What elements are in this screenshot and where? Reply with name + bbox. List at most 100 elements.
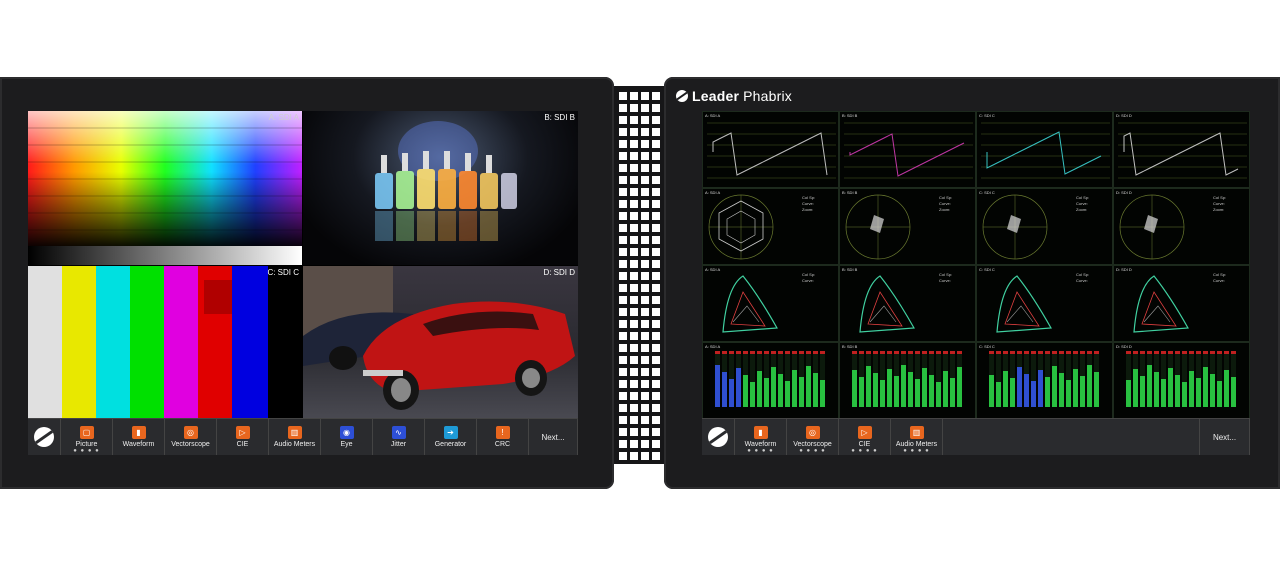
vectorscope-scope[interactable]: Col Sp: Curve: Zoom: C: SDI C	[976, 188, 1113, 265]
picture-button[interactable]: ▢ Picture ● ● ● ●	[61, 419, 113, 455]
svg-text:Col Sp:: Col Sp:	[1213, 195, 1226, 200]
grille-hole	[641, 404, 649, 412]
grille-hole	[641, 116, 649, 124]
grille-hole	[652, 248, 660, 256]
crc-button[interactable]: ! CRC	[477, 419, 529, 455]
cie-scope[interactable]: Col Sp: Curve: C: SDI C	[976, 265, 1113, 342]
grille-hole	[641, 284, 649, 292]
audio-meters-button[interactable]: ▥ Audio Meters ● ● ● ●	[891, 419, 943, 455]
audio-scope[interactable]: C: SDI C	[976, 342, 1113, 419]
grille-hole	[652, 224, 660, 232]
svg-text:Col Sp:: Col Sp:	[939, 272, 952, 277]
cie-scope[interactable]: Col Sp: Curve: D: SDI D	[1113, 265, 1250, 342]
audio-trace	[989, 351, 1099, 407]
cie-button[interactable]: ▷ CIE	[217, 419, 269, 455]
waveform-button[interactable]: ▮ Waveform ● ● ● ●	[735, 419, 787, 455]
vectorscope-trace: Col Sp:Curve:Zoom:	[708, 194, 815, 260]
scope-label: A: SDI A	[705, 113, 721, 118]
vectorscope-scope[interactable]: Col Sp: Curve: Zoom: A: SDI A	[702, 188, 839, 265]
grille-hole	[619, 440, 627, 448]
vectorscope-scope[interactable]: Col Sp: Curve: Zoom: B: SDI B	[839, 188, 976, 265]
home-logo-button[interactable]	[28, 419, 61, 455]
grille-hole	[652, 212, 660, 220]
grille-hole	[652, 392, 660, 400]
grille-hole	[630, 452, 638, 460]
waveform-trace	[981, 122, 1110, 179]
next-button[interactable]: Next...	[529, 419, 578, 455]
svg-text:Col Sp:: Col Sp:	[802, 272, 815, 277]
grille-hole	[619, 260, 627, 268]
cie-trace: Col Sp:Curve:	[996, 272, 1089, 333]
grille-hole	[652, 308, 660, 316]
next-button[interactable]: Next...	[1200, 419, 1250, 455]
grille-hole	[652, 452, 660, 460]
cie-button[interactable]: ▷ CIE ● ● ● ●	[839, 419, 891, 455]
grille-hole	[652, 428, 660, 436]
grille-hole	[619, 92, 627, 100]
home-logo-button[interactable]	[702, 419, 735, 455]
grille-hole	[641, 344, 649, 352]
scope-label: D: SDI D	[1116, 113, 1132, 118]
grille-hole	[641, 188, 649, 196]
grille-hole	[630, 92, 638, 100]
button-label: CIE	[858, 441, 871, 448]
grille-hole	[630, 260, 638, 268]
quadrant-sdi-b[interactable]: B: SDI B	[303, 111, 578, 265]
grille-hole	[641, 152, 649, 160]
jitter-button[interactable]: ∿ Jitter	[373, 419, 425, 455]
left-toolbar: ▢ Picture ● ● ● ● ▮ Waveform ◎ Vectorsco…	[28, 418, 578, 455]
vectorscope-button[interactable]: ◎ Vectorscope	[165, 419, 217, 455]
scope-label: B: SDI B	[842, 344, 858, 349]
phabrix-logo-icon	[708, 427, 728, 447]
waveform-scope[interactable]: D: SDI D	[1113, 111, 1250, 188]
grille-hole	[652, 92, 660, 100]
grille-hole	[641, 212, 649, 220]
waveform-button[interactable]: ▮ Waveform	[113, 419, 165, 455]
audio-scope[interactable]: B: SDI B	[839, 342, 976, 419]
bottles-image	[375, 121, 517, 241]
next-label: Next...	[541, 432, 565, 442]
connector-grille	[614, 86, 664, 464]
grille-hole	[652, 152, 660, 160]
waveform-scope[interactable]: B: SDI B	[839, 111, 976, 188]
waveform-scope[interactable]: A: SDI A	[702, 111, 839, 188]
audio-meters-button[interactable]: ▥ Audio Meters	[269, 419, 321, 455]
grille-hole	[652, 176, 660, 184]
grille-hole	[619, 236, 627, 244]
cie-trace: Col Sp:Curve:	[722, 272, 815, 333]
grille-hole	[641, 92, 649, 100]
cie-scope[interactable]: Col Sp: Curve: A: SDI A	[702, 265, 839, 342]
grille-hole	[641, 260, 649, 268]
grille-hole	[619, 344, 627, 352]
quadrant-sdi-c[interactable]: C: SDI C	[28, 266, 302, 420]
eye-button[interactable]: ◉ Eye	[321, 419, 373, 455]
scope-label: B: SDI B	[842, 267, 858, 272]
audio-trace	[715, 351, 825, 407]
grille-hole	[652, 404, 660, 412]
grille-hole	[652, 416, 660, 424]
page-dots: ● ● ● ●	[799, 448, 826, 454]
button-label: CRC	[494, 441, 511, 448]
audio-scope[interactable]: A: SDI A	[702, 342, 839, 419]
quadrant-label: D: SDI D	[543, 268, 575, 277]
picture-icon: ▢	[79, 426, 94, 439]
scope-label: A: SDI A	[705, 190, 721, 195]
generator-button[interactable]: ➔ Generator	[425, 419, 477, 455]
audio-meters-icon: ▥	[287, 426, 302, 439]
audio-scope[interactable]: D: SDI D	[1113, 342, 1250, 419]
page-dots: ● ● ● ●	[851, 448, 878, 454]
vectorscope-button[interactable]: ◎ Vectorscope ● ● ● ●	[787, 419, 839, 455]
grille-hole	[619, 284, 627, 292]
grille-hole	[652, 284, 660, 292]
vectorscope-scope[interactable]: Col Sp: Curve: Zoom: D: SDI D	[1113, 188, 1250, 265]
cie-trace: Col Sp:Curve:	[1133, 272, 1226, 333]
quadrant-sdi-d[interactable]: D: SDI D	[303, 266, 578, 420]
waveform-scope[interactable]: C: SDI C	[976, 111, 1113, 188]
vectorscope-icon: ◎	[805, 426, 820, 439]
button-label: Waveform	[744, 441, 777, 448]
grille-hole	[630, 140, 638, 148]
button-label: Audio Meters	[273, 441, 316, 448]
eye-icon: ◉	[339, 426, 354, 439]
quadrant-sdi-a[interactable]: A: SDI A	[28, 111, 302, 265]
cie-scope[interactable]: Col Sp: Curve: B: SDI B	[839, 265, 976, 342]
